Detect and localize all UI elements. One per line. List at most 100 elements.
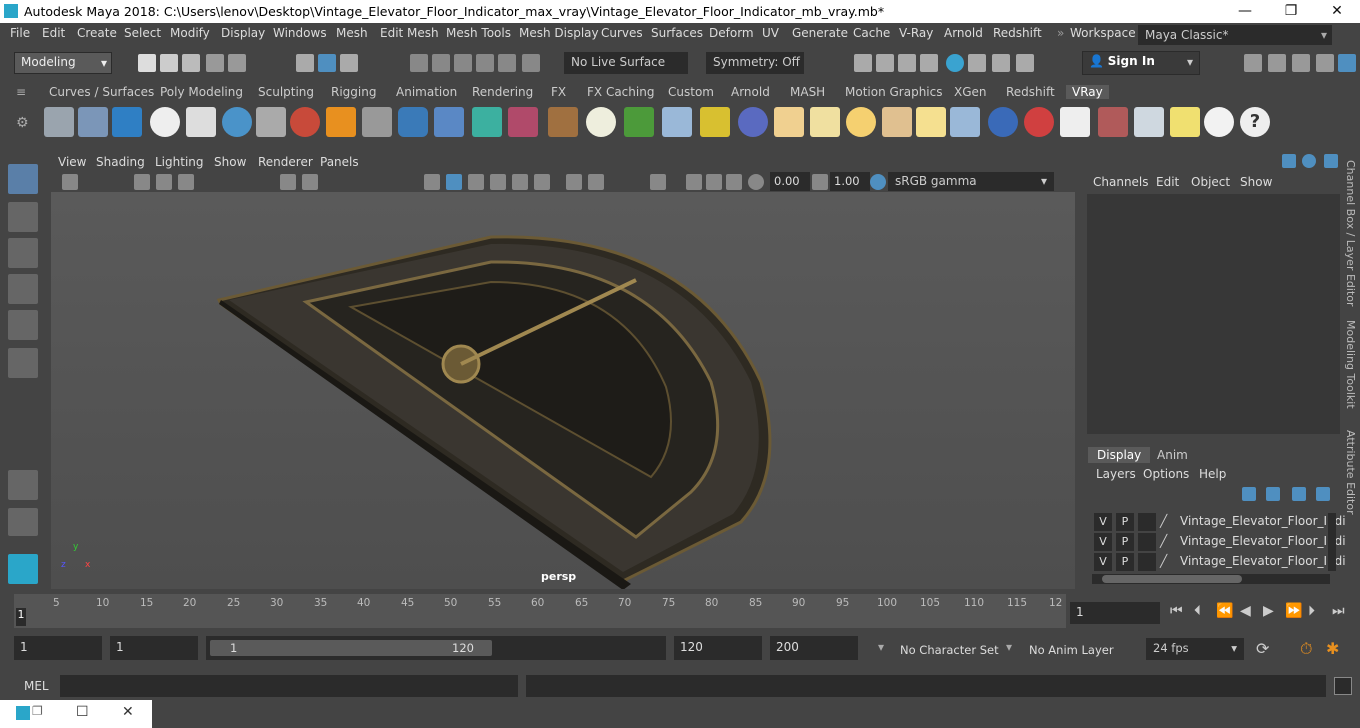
layer-menu-options[interactable]: Options — [1143, 467, 1189, 481]
range-slider[interactable]: 1 120 — [206, 636, 666, 660]
side-tab-channel-box[interactable]: Channel Box / Layer Editor — [1344, 160, 1357, 307]
vray-volume-icon[interactable] — [738, 107, 768, 137]
time-slider[interactable]: 1 5 10 15 20 25 30 35 40 45 50 55 60 65 … — [0, 594, 1360, 630]
shelf-tab-mash[interactable]: MASH — [790, 85, 825, 99]
vray-checker-icon[interactable] — [1060, 107, 1090, 137]
step-forward-frame-icon[interactable]: ⏵ — [1308, 603, 1315, 619]
layer-horizontal-scrollbar[interactable] — [1092, 574, 1330, 584]
render-globals-icon[interactable] — [992, 54, 1010, 72]
current-frame-marker[interactable]: 1 — [16, 608, 26, 626]
wireframe-icon[interactable] — [424, 174, 440, 190]
grid-icon[interactable] — [280, 174, 296, 190]
animation-start-field[interactable]: 1 — [14, 636, 102, 660]
vray-spot-light-icon[interactable] — [810, 107, 840, 137]
live-surface-field[interactable]: No Live Surface — [564, 52, 688, 74]
new-scene-icon[interactable] — [138, 54, 156, 72]
command-language-label[interactable]: MEL — [24, 679, 49, 693]
menu-arnold[interactable]: Arnold — [944, 26, 983, 40]
vray-curve-icon[interactable] — [700, 107, 730, 137]
vray-fire-icon[interactable] — [326, 107, 356, 137]
shelf-tab-rigging[interactable]: Rigging — [331, 85, 376, 99]
layer-playback-toggle[interactable]: P — [1116, 513, 1134, 531]
safe-action-icon[interactable] — [726, 174, 742, 190]
maximize-button[interactable]: ❐ — [1268, 1, 1314, 22]
step-back-frame-icon[interactable]: ⏴ — [1194, 603, 1201, 619]
gate-mask-icon[interactable] — [686, 174, 702, 190]
menu-vray[interactable]: V-Ray — [899, 26, 933, 40]
vray-globe-icon[interactable] — [586, 107, 616, 137]
minimized-window[interactable]: ❐ ☐ ✕ — [0, 700, 152, 728]
playback-end-field[interactable]: 120 — [674, 636, 762, 660]
undo-icon[interactable] — [206, 54, 224, 72]
menu-mesh-tools[interactable]: Mesh Tools — [446, 26, 511, 40]
resolution-gate-icon[interactable] — [650, 174, 666, 190]
layer-tab-anim[interactable]: Anim — [1157, 448, 1188, 462]
shelf-tab-fx[interactable]: FX — [551, 85, 566, 99]
menu-edit-mesh[interactable]: Edit Mesh — [380, 26, 439, 40]
viewport-menu-view[interactable]: View — [58, 155, 86, 169]
menu-windows[interactable]: Windows — [273, 26, 327, 40]
vray-light-lister-icon[interactable] — [1170, 107, 1200, 137]
snap-point-icon[interactable] — [454, 54, 472, 72]
render-settings-icon[interactable] — [920, 54, 938, 72]
channels-menu-show[interactable]: Show — [1240, 175, 1272, 189]
vray-render-icon[interactable] — [946, 54, 964, 72]
anim-layer-label[interactable]: No Anim Layer — [1029, 643, 1114, 657]
scale-tool-icon[interactable] — [8, 348, 38, 378]
mode-dropdown[interactable]: Modeling ▾ — [14, 52, 112, 74]
close-icon[interactable]: ✕ — [122, 704, 134, 720]
wireframe-on-shaded-icon[interactable] — [468, 174, 484, 190]
shelf-tab-arnold[interactable]: Arnold — [731, 85, 770, 99]
vray-rect-light-icon[interactable] — [950, 107, 980, 137]
menu-mesh-display[interactable]: Mesh Display — [519, 26, 599, 40]
shelf-menu-icon[interactable]: ≡ — [16, 85, 26, 99]
menu-create[interactable]: Create — [77, 26, 117, 40]
sign-in-button[interactable]: 👤 Sign In ▾ — [1082, 51, 1200, 75]
side-tab-attribute-editor[interactable]: Attribute Editor — [1344, 430, 1357, 515]
gamma-icon[interactable] — [812, 174, 828, 190]
vray-fur-icon[interactable] — [624, 107, 654, 137]
attribute-editor-icon[interactable] — [1268, 54, 1286, 72]
shelf-tab-animation[interactable]: Animation — [396, 85, 457, 99]
redo-icon[interactable] — [228, 54, 246, 72]
vray-ramp-icon[interactable] — [1024, 107, 1054, 137]
vray-proxy-icon[interactable] — [78, 107, 108, 137]
range-slider-handle[interactable] — [210, 640, 492, 656]
vray-sphere-icon[interactable] — [222, 107, 252, 137]
layer-vertical-scrollbar[interactable] — [1328, 513, 1336, 571]
vray-cone-icon[interactable] — [434, 107, 464, 137]
menu-uv[interactable]: UV — [762, 26, 779, 40]
vray-sun-icon[interactable] — [916, 107, 946, 137]
viewport-menu-renderer[interactable]: Renderer — [258, 155, 313, 169]
vray-balls-icon[interactable] — [290, 107, 320, 137]
vray-gradient-icon[interactable] — [472, 107, 502, 137]
anim-preferences-icon[interactable]: ✱ — [1326, 639, 1339, 658]
isolate-select-icon[interactable] — [588, 174, 604, 190]
select-by-hierarchy-icon[interactable] — [296, 54, 314, 72]
play-backwards-icon[interactable]: ◀ — [1240, 603, 1251, 619]
vray-dome-light-icon[interactable] — [774, 107, 804, 137]
fps-dropdown[interactable]: 24 fps ▾ — [1146, 638, 1244, 660]
layer-visibility-toggle[interactable]: V — [1094, 533, 1112, 551]
shelf-tab-xgen[interactable]: XGen — [954, 85, 987, 99]
vray-cloud-icon[interactable] — [1204, 107, 1234, 137]
exposure-field[interactable]: 0.00 — [770, 172, 810, 191]
pause-render-icon[interactable] — [1016, 54, 1034, 72]
layer-visibility-toggle[interactable]: V — [1094, 553, 1112, 571]
layer-visibility-toggle[interactable]: V — [1094, 513, 1112, 531]
menu-curves[interactable]: Curves — [601, 26, 643, 40]
modeling-toolkit-icon[interactable] — [1244, 54, 1262, 72]
bookmarks-icon[interactable] — [134, 174, 150, 190]
shelf-tab-motion-graphics[interactable]: Motion Graphics — [845, 85, 943, 99]
layer-tab-display[interactable]: Display — [1088, 447, 1151, 463]
camera-attributes-icon[interactable] — [62, 174, 78, 190]
go-to-end-icon[interactable]: ⏭ — [1332, 603, 1345, 619]
render-current-frame-icon[interactable] — [876, 54, 894, 72]
vray-frame-buffer-icon[interactable] — [112, 107, 142, 137]
open-scene-icon[interactable] — [160, 54, 178, 72]
paint-select-tool-icon[interactable] — [8, 238, 38, 268]
shelf-tab-poly-modeling[interactable]: Poly Modeling — [160, 85, 243, 99]
use-all-lights-icon[interactable] — [512, 174, 528, 190]
layer-display-type[interactable] — [1138, 553, 1156, 571]
attribute-editor-toggle-icon[interactable] — [1302, 154, 1316, 168]
